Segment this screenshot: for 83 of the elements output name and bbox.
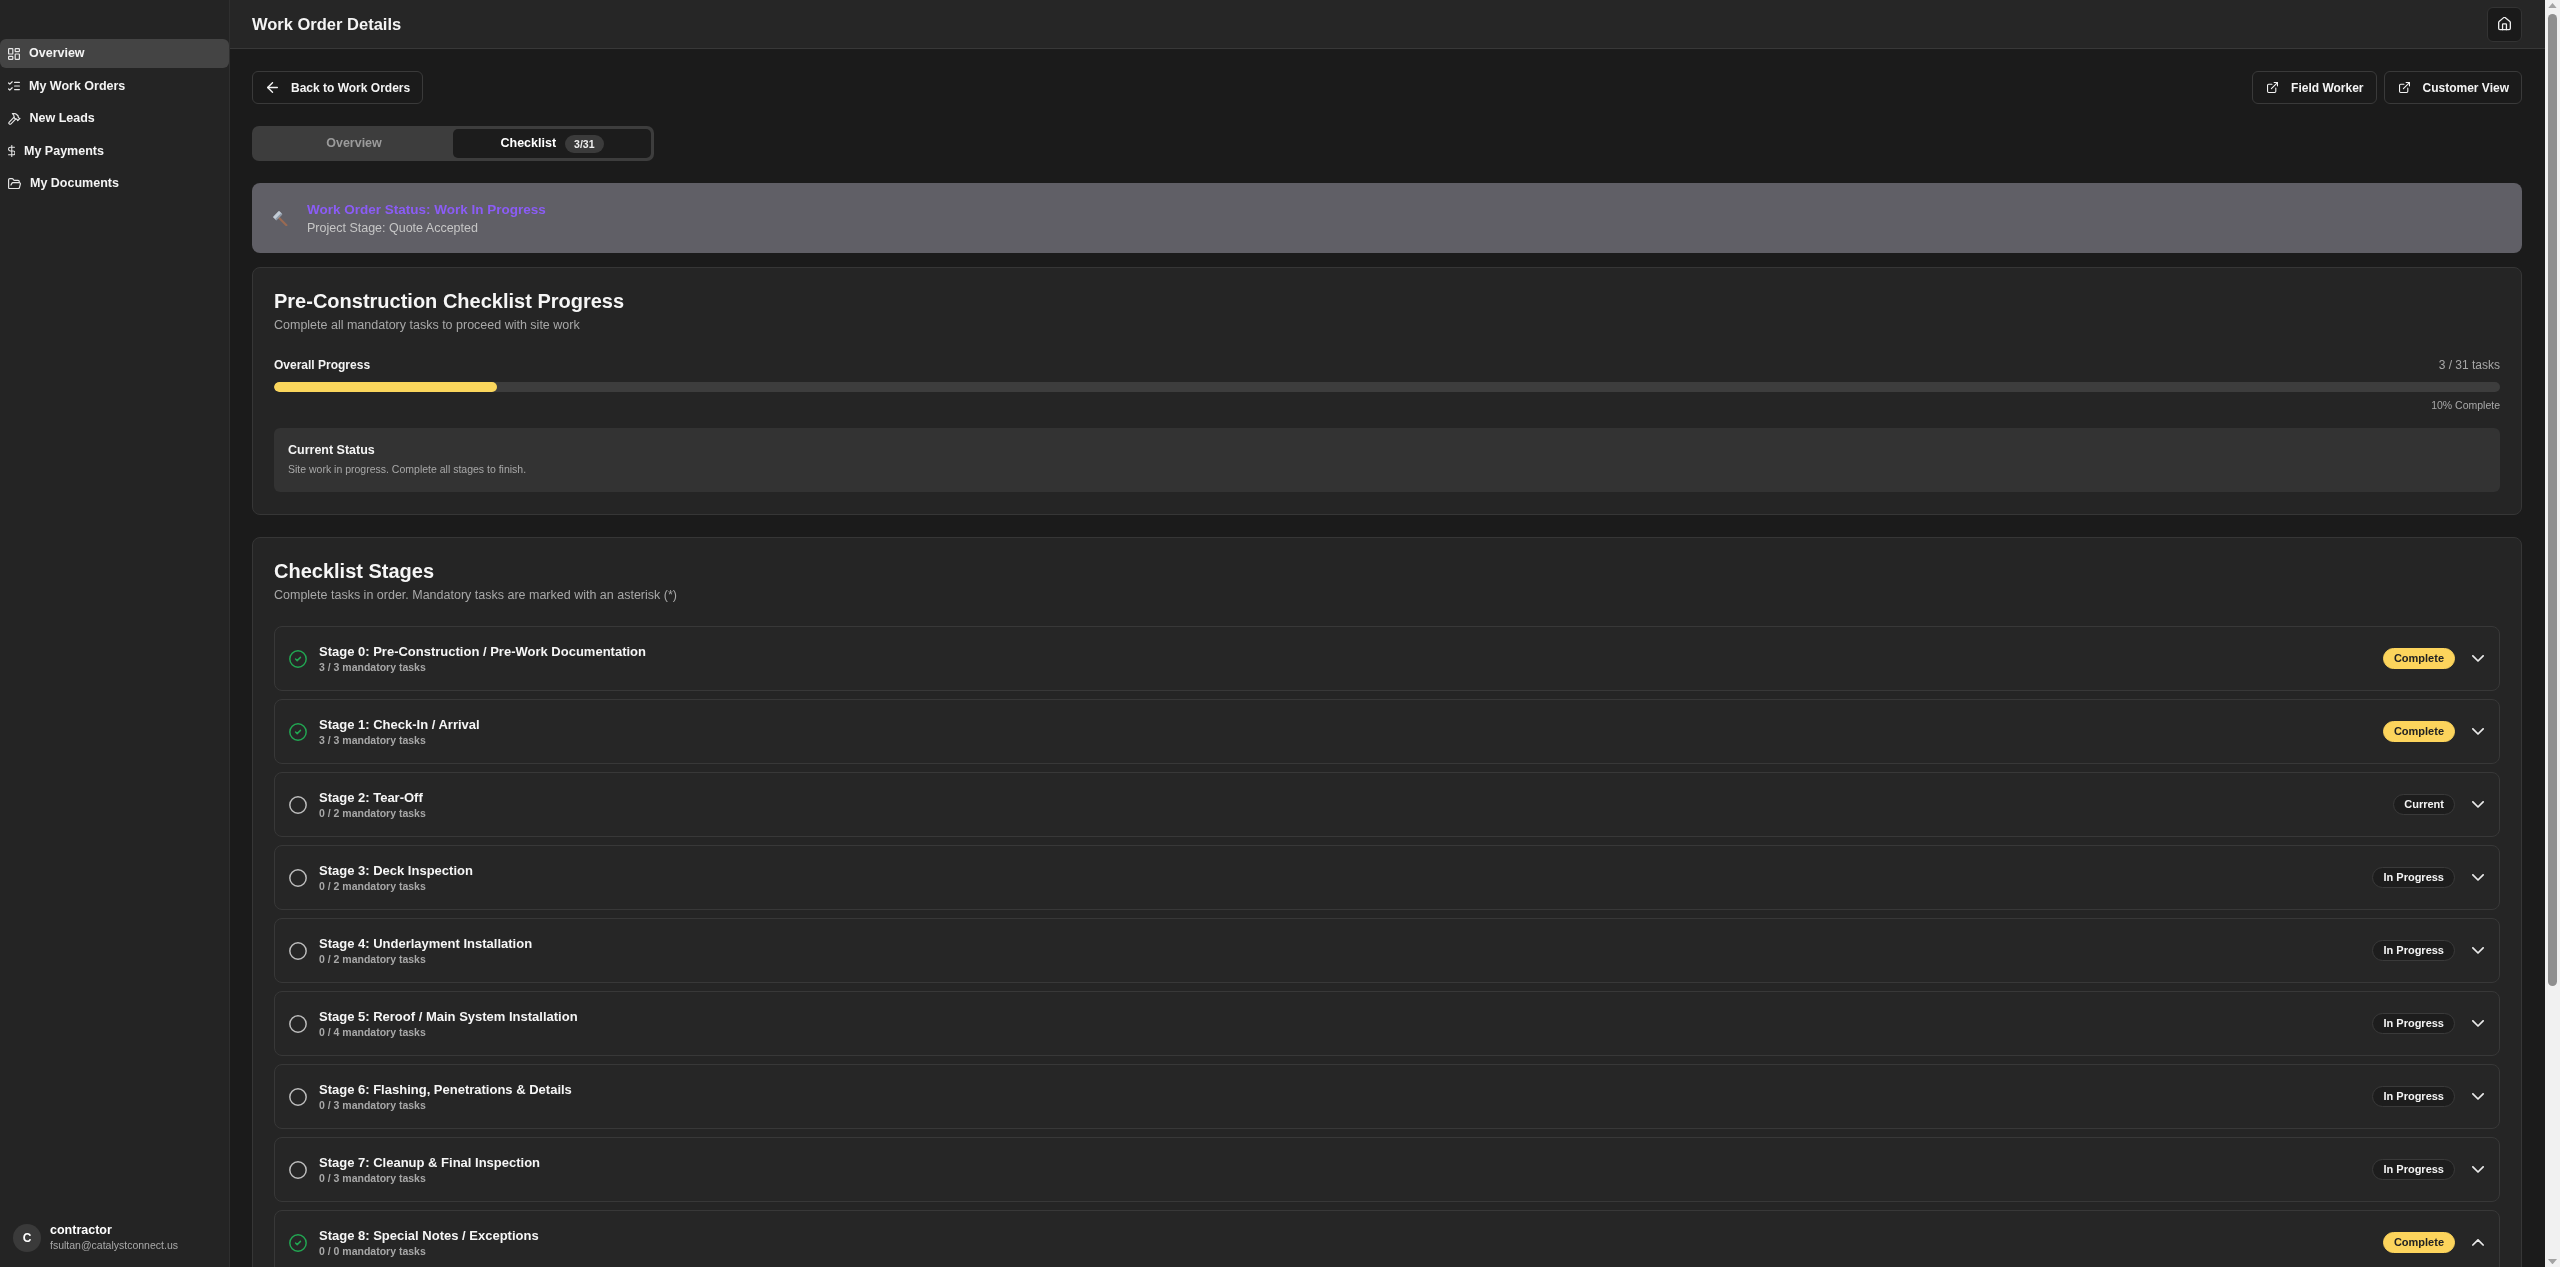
stage-title: Stage 8: Special Notes / Exceptions xyxy=(319,1227,540,1244)
stage-task-count: 0 / 3 mandatory tasks xyxy=(319,1098,427,1112)
chevron-down-icon[interactable] xyxy=(2472,874,2484,881)
status-badge: In Progress xyxy=(2372,1086,2455,1107)
status-heading: Current Status xyxy=(288,442,376,458)
stage-task-count: 3 / 3 mandatory tasks xyxy=(319,733,427,747)
chevron-down-icon[interactable] xyxy=(2472,1093,2484,1100)
stage-title: Stage 4: Underlayment Installation xyxy=(319,935,534,952)
stage-task-count: 3 / 3 mandatory tasks xyxy=(319,660,427,674)
scrollbar[interactable] xyxy=(2545,0,2560,1267)
chevron-down-icon[interactable] xyxy=(2472,728,2484,735)
stage-title: Stage 5: Reroof / Main System Installation xyxy=(319,1008,579,1025)
task-count: 3 / 31 tasks xyxy=(2438,357,2500,373)
sidebar-item[interactable]: My Work Orders xyxy=(0,71,229,101)
count-badge: 3/31 xyxy=(565,134,604,153)
stage-row[interactable]: Stage 7: Cleanup & Final Inspection 0 / 3 mandatory tasks In Progress xyxy=(274,1137,2500,1202)
stage-row[interactable]: Stage 3: Deck Inspection 0 / 2 mandatory tasks In Progress xyxy=(274,845,2500,910)
stage-title: Stage 3: Deck Inspection xyxy=(319,862,474,879)
external-link-icon xyxy=(2267,82,2279,93)
stage-task-count: 0 / 4 mandatory tasks xyxy=(319,1025,427,1039)
percent-label: 10% Complete xyxy=(2430,399,2500,412)
sidebar-item[interactable]: Overview xyxy=(0,39,229,68)
status-badge: Complete xyxy=(2382,648,2455,669)
status-badge: In Progress xyxy=(2372,940,2455,961)
status-title: Work Order Status: Work In Progress xyxy=(307,200,546,218)
stage-row[interactable]: Stage 4: Underlayment Installation 0 / 2 mandatory tasks In Progress xyxy=(274,918,2500,983)
stage-row[interactable]: Stage 6: Flashing, Penetrations & Details 0 / 3 mandatory tasks In Progress xyxy=(274,1064,2500,1129)
field-worker-button[interactable]: Field Worker xyxy=(2252,71,2377,104)
stage-task-count: 0 / 2 mandatory tasks xyxy=(319,879,427,893)
stage-row[interactable]: Stage 0: Pre-Construction / Pre-Work Documentation 3 / 3 mandatory tasks Complete xyxy=(274,626,2500,691)
checklist-icon xyxy=(8,80,20,92)
dollar-sign-icon xyxy=(8,145,15,157)
chevron-down-icon[interactable] xyxy=(2472,801,2484,808)
status-subtitle: Project Stage: Quote Accepted xyxy=(307,219,479,236)
progress-label: Overall Progress xyxy=(274,357,371,373)
sidebar-item[interactable]: My Documents xyxy=(0,169,229,198)
page-title: Work Order Details xyxy=(252,14,402,34)
stage-row[interactable]: Stage 2: Tear-Off 0 / 2 mandatory tasks Current xyxy=(274,772,2500,837)
status-badge: Current xyxy=(2393,794,2455,815)
stage-task-count: 0 / 2 mandatory tasks xyxy=(319,806,427,820)
back-button[interactable]: Back to Work Orders xyxy=(252,71,424,104)
stage-title: Stage 7: Cleanup & Final Inspection xyxy=(319,1154,542,1171)
stage-task-count: 0 / 0 mandatory tasks xyxy=(319,1244,427,1258)
stage-row[interactable]: Stage 8: Special Notes / Exceptions 0 / 0 mandatory tasks Complete xyxy=(274,1210,2500,1267)
stage-title: Stage 0: Pre-Construction / Pre-Work Documentation xyxy=(319,643,647,660)
home-button[interactable] xyxy=(2487,6,2522,42)
customer-view-button[interactable]: Customer View xyxy=(2383,71,2522,104)
user-email: fsultan@catalystconnect.us xyxy=(50,1238,178,1252)
status-badge: Complete xyxy=(2382,1232,2455,1253)
scrollbar-thumb[interactable] xyxy=(2548,14,2557,986)
tab[interactable]: Checklist 3/31 xyxy=(453,129,651,158)
sidebar-item[interactable]: New Leads xyxy=(0,104,229,133)
status-badge: In Progress xyxy=(2372,1013,2455,1034)
folder-icon xyxy=(8,177,21,190)
home-icon xyxy=(2498,17,2511,31)
status-badge: In Progress xyxy=(2372,1159,2455,1180)
external-link-icon xyxy=(2398,82,2410,93)
stage-title: Stage 6: Flashing, Penetrations & Details xyxy=(319,1081,573,1098)
dashboard-icon xyxy=(8,47,20,60)
stage-task-count: 0 / 3 mandatory tasks xyxy=(319,1171,427,1185)
sidebar-item[interactable]: My Payments xyxy=(0,136,229,166)
chevron-down-icon[interactable] xyxy=(2472,655,2484,662)
stage-row[interactable]: Stage 1: Check-In / Arrival 3 / 3 mandatory tasks Complete xyxy=(274,699,2500,764)
card-title: Checklist Stages xyxy=(274,559,436,583)
chevron-down-icon[interactable] xyxy=(2472,947,2484,954)
card-subtitle: Complete tasks in order. Mandatory tasks are marked with an asterisk (*) xyxy=(274,587,678,604)
chevron-down-icon[interactable] xyxy=(2472,1166,2484,1173)
stage-title: Stage 2: Tear-Off xyxy=(319,789,424,806)
status-badge: Complete xyxy=(2382,721,2455,742)
tab[interactable]: Overview xyxy=(255,129,453,158)
stage-title: Stage 1: Check-In / Arrival xyxy=(319,716,481,733)
card-subtitle: Complete all mandatory tasks to proceed with site work xyxy=(274,317,581,334)
status-text: Site work in progress. Complete all stages to finish. xyxy=(288,462,528,476)
chevron-down-icon[interactable] xyxy=(2472,1020,2484,1027)
user-name: contractor xyxy=(50,1223,113,1238)
chevron-up-icon[interactable] xyxy=(2472,1239,2484,1246)
card-title: Pre-Construction Checklist Progress xyxy=(274,289,626,313)
user-avatar: C xyxy=(13,1223,41,1252)
stage-row[interactable]: Stage 5: Reroof / Main System Installation 0 / 4 mandatory tasks In Progress xyxy=(274,991,2500,1056)
stage-task-count: 0 / 2 mandatory tasks xyxy=(319,952,427,966)
status-badge: In Progress xyxy=(2372,867,2455,888)
hammer-icon xyxy=(272,210,288,226)
hammer-icon xyxy=(8,112,21,125)
